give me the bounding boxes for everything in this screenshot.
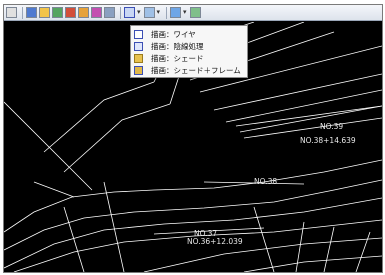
menu-item-label: 描画：シェード＋フレーム [151,65,241,75]
shade-icon [134,53,143,63]
road-edge-line [143,237,382,272]
open-icon[interactable] [26,7,37,18]
road-edge-line [355,231,371,272]
road-edge-line [243,255,382,272]
tool-icon[interactable] [104,7,115,18]
menu-item-shade[interactable]: 描画：シェード [131,52,247,64]
road-edge-line [103,181,125,272]
road-edge-line [323,226,335,272]
grid-icon[interactable] [39,7,50,18]
road-edge-line [43,81,155,153]
coordinate-icon[interactable] [78,7,89,18]
toolbar-separator [22,6,23,19]
road-edge-line [225,89,382,123]
menu-item-label: 描画：ワイヤ [151,29,196,39]
road-edge-line [13,219,382,272]
road-edge-line [4,159,382,233]
station-label-no38-14: NO.38+14.639 [300,136,356,145]
menu-item-shade-frame[interactable]: 描画：シェード＋フレーム [131,64,247,76]
chevron-down-icon[interactable]: ▾ [157,7,161,18]
draw-mode-icon[interactable] [124,7,135,18]
chevron-down-icon[interactable]: ▾ [183,7,187,18]
hidden-line-icon [134,41,143,51]
road-edge-line [213,73,382,111]
road-edge-line [63,103,171,173]
view-icon[interactable] [143,7,155,18]
station-label-no36-12: NO.36+12.039 [187,237,243,246]
pen-icon[interactable] [189,7,201,18]
arrow-icon[interactable] [170,7,182,18]
toolbar-separator [166,6,168,19]
menu-item-hidden-line[interactable]: 描画：陰線処理 [131,40,247,52]
toolbar-separator [120,6,121,19]
road-edge-line [33,181,75,198]
menu-item-wire[interactable]: 描画：ワイヤ [131,28,247,40]
viewport-3d[interactable]: ▾ ▾ ▾ NO.39 NO.38+14.639 NO.38 NO.37 NO.… [3,4,383,273]
road-edge-line [63,206,85,272]
render-mode-icon[interactable] [65,7,76,18]
toolbar: ▾ ▾ ▾ [4,5,382,21]
road-edge-line [4,101,93,191]
cross-section-line [235,105,382,127]
wire-icon [134,29,143,39]
station-label-no39: NO.39 [320,122,343,131]
menu-item-label: 描画：陰線処理 [151,41,204,51]
draw-mode-menu: 描画：ワイヤ 描画：陰線処理 描画：シェード 描画：シェード＋フレーム [130,25,248,78]
color-icon[interactable] [91,7,102,18]
chevron-down-icon[interactable]: ▾ [137,7,141,18]
road-edge-line [243,117,382,139]
station-label-no38: NO.38 [254,177,277,186]
menu-item-label: 描画：シェード [151,53,204,63]
layers-icon[interactable] [52,7,63,18]
shade-frame-icon [134,65,143,75]
cursor-icon[interactable] [6,7,17,18]
